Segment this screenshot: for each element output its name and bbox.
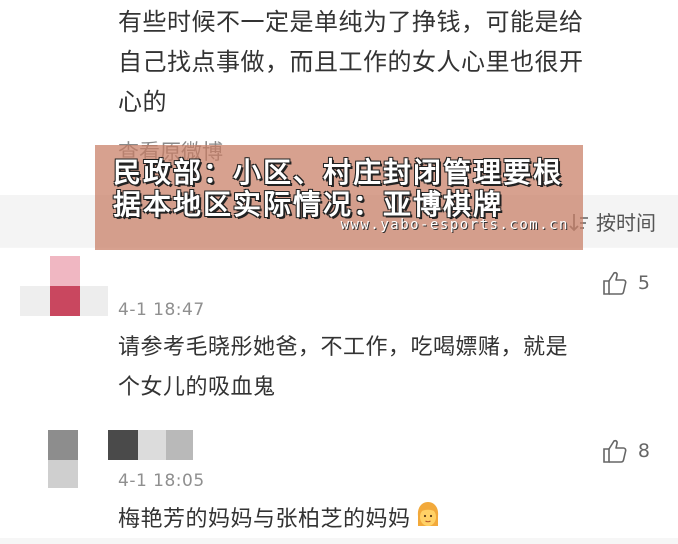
avatar-pixel <box>80 286 108 316</box>
avatar-pixel <box>138 430 166 460</box>
post-text-line: 心的 <box>118 88 167 116</box>
avatar[interactable] <box>20 256 110 316</box>
comment-text: 梅艳芳的妈妈与张柏芝的妈妈 <box>118 500 638 544</box>
like-count: 5 <box>637 272 650 294</box>
avatar-pixel <box>48 430 78 460</box>
sort-label: 按时间 <box>596 211 656 235</box>
comment-item: 8 4-1 18:05 梅艳芳的妈妈与张柏芝的妈妈 <box>0 418 678 538</box>
comment-text-line: 请参考毛晓彤她爸，不工作，吃喝嫖赌，就是 <box>118 335 569 360</box>
comment-text: 请参考毛晓彤她爸，不工作，吃喝嫖赌，就是 个女儿的吸血鬼 <box>118 328 638 408</box>
comment-time: 4-1 18:47 <box>118 300 205 320</box>
avatar-pixel <box>50 286 80 316</box>
post-text-line: 自己找点事做，而且工作的女人心里也很开 <box>118 48 584 76</box>
avatar-pixel <box>48 460 78 488</box>
like-button[interactable]: 5 <box>602 270 650 296</box>
avatar-pixel <box>108 430 138 460</box>
like-button[interactable]: 8 <box>602 438 650 464</box>
comment-item: 5 4-1 18:47 请参考毛晓彤她爸，不工作，吃喝嫖赌，就是 个女儿的吸血鬼 <box>0 248 678 418</box>
watermark-url: www.yabo-esports.com.cn <box>340 217 569 233</box>
thumbs-up-icon <box>603 439 627 463</box>
thumbs-up-icon <box>603 271 627 295</box>
woman-face-emoji-icon <box>413 500 443 544</box>
avatar-pixel <box>166 430 193 460</box>
like-count: 8 <box>637 440 650 462</box>
watermark-headline: 民政部：小区、村庄封闭管理要根 <box>113 156 564 189</box>
post-text-line: 有些时候不一定是单纯为了挣钱，可能是给 <box>118 8 584 36</box>
avatar-pixel <box>20 286 50 316</box>
comment-time: 4-1 18:05 <box>118 471 205 491</box>
comment-text-line: 梅艳芳的妈妈与张柏芝的妈妈 <box>118 507 411 532</box>
watermark-banner: 民政部：小区、村庄封闭管理要根 据本地区实际情况：亚博棋牌 www.yabo-e… <box>95 145 583 250</box>
comment-text-line: 个女儿的吸血鬼 <box>118 375 276 400</box>
avatar-pixel <box>50 256 80 286</box>
post-text: 有些时候不一定是单纯为了挣钱，可能是给 自己找点事做，而且工作的女人心里也很开 … <box>118 2 658 122</box>
